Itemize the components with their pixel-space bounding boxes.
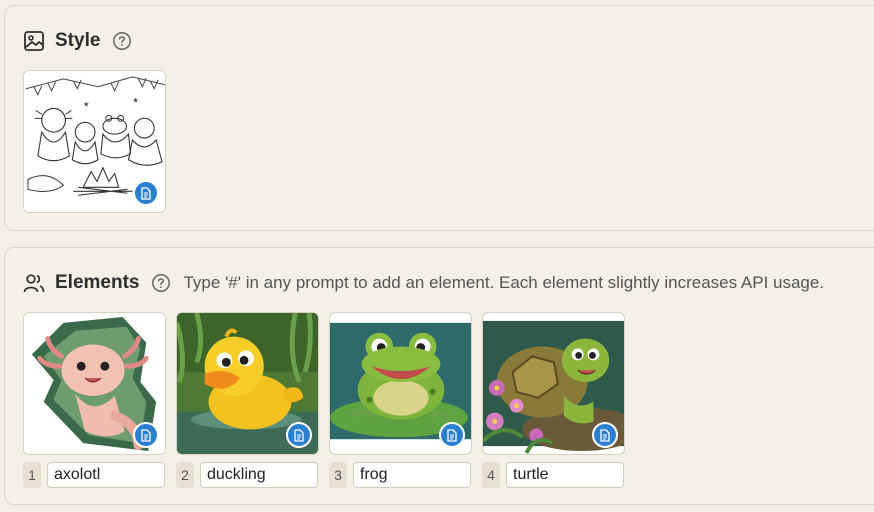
elements-panel: Elements Type '#' in any prompt to add a…: [4, 247, 874, 505]
elements-header: Elements Type '#' in any prompt to add a…: [23, 272, 824, 294]
style-title: Style: [55, 30, 101, 51]
document-icon[interactable]: [133, 180, 159, 206]
element-name-input[interactable]: [506, 462, 624, 488]
element-image-axolotl[interactable]: [23, 312, 166, 455]
element-label-row: 3: [329, 462, 471, 488]
style-header: Style: [23, 30, 132, 52]
image-icon: [23, 30, 45, 52]
element-image-frog[interactable]: [329, 312, 472, 455]
document-icon[interactable]: [592, 422, 618, 448]
element-name-input[interactable]: [353, 462, 471, 488]
element-name-input[interactable]: [47, 462, 165, 488]
element-index: 4: [482, 462, 500, 488]
element-label-row: 1: [23, 462, 165, 488]
style-panel: Style ★ ★: [4, 5, 874, 231]
document-icon[interactable]: [133, 422, 159, 448]
elements-hint: Type '#' in any prompt to add an element…: [183, 273, 825, 292]
element-image-turtle[interactable]: [482, 312, 625, 455]
document-icon[interactable]: [439, 422, 465, 448]
element-index: 2: [176, 462, 194, 488]
question-circle-icon[interactable]: [112, 31, 132, 51]
svg-text:★: ★: [132, 98, 138, 105]
elements-title: Elements: [55, 272, 140, 293]
style-image[interactable]: ★ ★: [23, 70, 166, 213]
element-label-row: 4: [482, 462, 624, 488]
document-icon[interactable]: [286, 422, 312, 448]
element-name-input[interactable]: [200, 462, 318, 488]
svg-text:★: ★: [83, 101, 89, 108]
element-image-duckling[interactable]: [176, 312, 319, 455]
question-circle-icon[interactable]: [151, 273, 171, 293]
users-icon: [23, 272, 45, 294]
element-index: 3: [329, 462, 347, 488]
element-label-row: 2: [176, 462, 318, 488]
element-index: 1: [23, 462, 41, 488]
